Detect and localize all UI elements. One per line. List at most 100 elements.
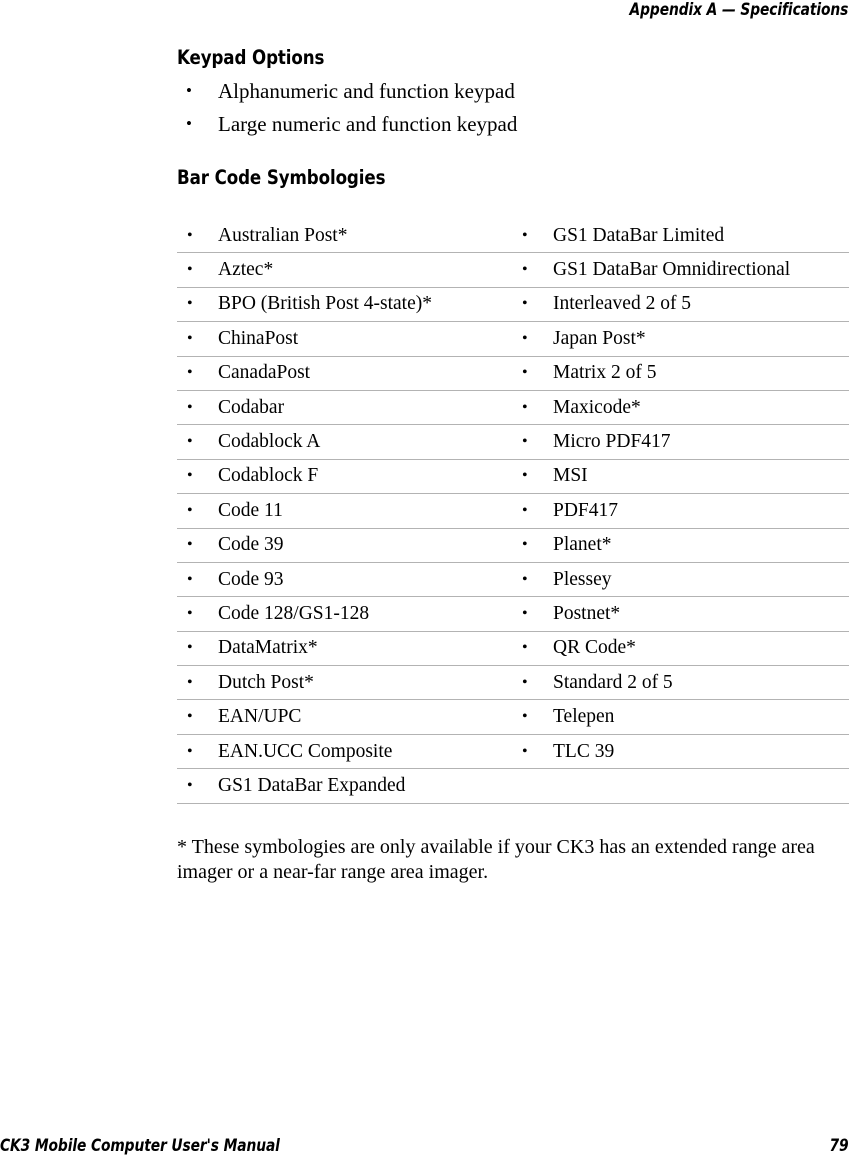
bullet-icon: • <box>522 261 528 279</box>
table-cell-right: • Postnet* <box>512 597 849 631</box>
table-cell-right: • Interleaved 2 of 5 <box>512 287 849 321</box>
table-cell-right: • Standard 2 of 5 <box>512 666 849 700</box>
symbology-label: Postnet* <box>553 602 621 624</box>
symbology-label: GS1 DataBar Expanded <box>218 774 406 796</box>
table-cell-right: • Matrix 2 of 5 <box>512 356 849 390</box>
bullet-icon: • <box>187 398 193 416</box>
page-running-header: Appendix A — Specifications <box>0 0 849 26</box>
list-item: • Alphanumeric and function keypad <box>177 79 849 103</box>
symbology-label: Interleaved 2 of 5 <box>553 293 692 315</box>
symbology-label: Aztec* <box>218 259 274 281</box>
table-cell-right: • Plessey <box>512 562 849 596</box>
bullet-icon: • <box>187 639 193 657</box>
bullet-icon: • <box>187 776 193 794</box>
symbology-label: Telepen <box>553 706 615 728</box>
table-cell-right: • Maxicode* <box>512 390 849 424</box>
table-cell-left: • Aztec* <box>177 253 512 287</box>
bullet-icon: • <box>522 364 528 382</box>
symbology-label: Maxicode* <box>553 396 641 418</box>
keypad-options-list: • Alphanumeric and function keypad • Lar… <box>177 79 849 136</box>
symbology-label: EAN.UCC Composite <box>218 740 393 762</box>
bullet-icon: • <box>522 708 528 726</box>
table-row: • Code 128/GS1-128 • Postnet* <box>177 597 849 632</box>
heading-keypad-options: Keypad Options <box>177 46 325 69</box>
table-cell-left: • Codablock A <box>177 425 512 459</box>
bullet-icon: • <box>187 673 193 691</box>
bullet-icon: • <box>522 226 528 244</box>
symbology-label: Codablock F <box>218 465 319 487</box>
bullet-icon: • <box>522 742 528 760</box>
bullet-icon: • <box>522 501 528 519</box>
bullet-icon: • <box>522 673 528 691</box>
table-row: • EAN.UCC Composite • TLC 39 <box>177 734 849 769</box>
symbology-label: Code 39 <box>218 534 284 556</box>
table-cell-left: • Australian Post* <box>177 219 512 253</box>
bullet-icon: • <box>187 295 193 313</box>
table-cell-left: • Code 128/GS1-128 <box>177 597 512 631</box>
bullet-icon: • <box>186 81 192 100</box>
symbology-footnote: * These symbologies are only available i… <box>177 835 815 884</box>
bullet-icon: • <box>522 433 528 451</box>
page-running-footer: CK3 Mobile Computer User's Manual 79 <box>0 1136 849 1156</box>
symbology-label: QR Code* <box>553 637 636 659</box>
bullet-icon: • <box>187 364 193 382</box>
symbology-label: BPO (British Post 4-state)* <box>218 293 432 315</box>
bullet-icon: • <box>522 570 528 588</box>
symbology-label: Australian Post* <box>218 224 348 246</box>
manual-title-text: CK3 Mobile Computer User's Manual <box>0 1136 280 1155</box>
symbology-label: Code 128/GS1-128 <box>218 602 370 624</box>
bullet-icon: • <box>186 114 192 133</box>
table-row: • Codabar • Maxicode* <box>177 390 849 425</box>
symbology-label: PDF417 <box>553 499 619 521</box>
table-cell-left: • EAN.UCC Composite <box>177 734 512 768</box>
bullet-icon: • <box>187 708 193 726</box>
bullet-icon: • <box>522 398 528 416</box>
symbology-label: CanadaPost <box>218 362 311 384</box>
table-cell-left: • EAN/UPC <box>177 700 512 734</box>
table-row: • Code 39 • Planet* <box>177 528 849 563</box>
table-cell-left: • BPO (British Post 4-state)* <box>177 287 512 321</box>
table-row: • Codablock A • Micro PDF417 <box>177 425 849 460</box>
symbology-table-body: • Australian Post* • GS1 DataBar Limited •… <box>177 219 849 804</box>
bullet-icon: • <box>522 467 528 485</box>
bullet-icon: • <box>522 329 528 347</box>
symbology-label: Codablock A <box>218 431 321 453</box>
table-cell-left: • CanadaPost <box>177 356 512 390</box>
table-cell-right: • Japan Post* <box>512 322 849 356</box>
bullet-icon: • <box>187 467 193 485</box>
table-row: • GS1 DataBar Expanded <box>177 769 849 804</box>
table-row: • Code 11 • PDF417 <box>177 494 849 529</box>
bullet-icon: • <box>522 604 528 622</box>
table-cell-left: • Codabar <box>177 390 512 424</box>
page-content: Keypad Options • Alphanumeric and functi… <box>177 42 849 906</box>
running-head-text: Appendix A — Specifications <box>629 0 849 19</box>
table-row: • Aztec* • GS1 DataBar Omnidirectional <box>177 253 849 288</box>
symbology-label: DataMatrix* <box>218 637 318 659</box>
table-row: • BPO (British Post 4-state)* • Interleave… <box>177 287 849 322</box>
table-row: • EAN/UPC • Telepen <box>177 700 849 735</box>
bullet-icon: • <box>522 295 528 313</box>
table-cell-left: • Code 93 <box>177 562 512 596</box>
table-cell-right: • Planet* <box>512 528 849 562</box>
table-cell-right: • QR Code* <box>512 631 849 665</box>
symbology-label: Plessey <box>553 568 612 590</box>
heading-bar-code-symbologies: Bar Code Symbologies <box>177 166 386 189</box>
table-cell-right: • GS1 DataBar Limited <box>512 219 849 253</box>
symbology-label: GS1 DataBar Omnidirectional <box>553 259 791 281</box>
page-number: 79 <box>829 1136 849 1155</box>
symbology-label: Standard 2 of 5 <box>553 671 673 693</box>
table-cell-right: • GS1 DataBar Omnidirectional <box>512 253 849 287</box>
bullet-icon: • <box>187 604 193 622</box>
table-cell-left: • Codablock F <box>177 459 512 493</box>
symbology-label: Micro PDF417 <box>553 431 671 453</box>
table-cell-right: • MSI <box>512 459 849 493</box>
symbology-label: ChinaPost <box>218 327 299 349</box>
symbology-label: Matrix 2 of 5 <box>553 362 657 384</box>
bullet-icon: • <box>187 226 193 244</box>
symbology-label: Japan Post* <box>553 327 646 349</box>
symbology-label: Code 11 <box>218 499 283 521</box>
table-row: • Code 93 • Plessey <box>177 562 849 597</box>
symbology-table: • Australian Post* • GS1 DataBar Limited •… <box>177 219 849 804</box>
bullet-icon: • <box>187 501 193 519</box>
bullet-icon: • <box>187 536 193 554</box>
